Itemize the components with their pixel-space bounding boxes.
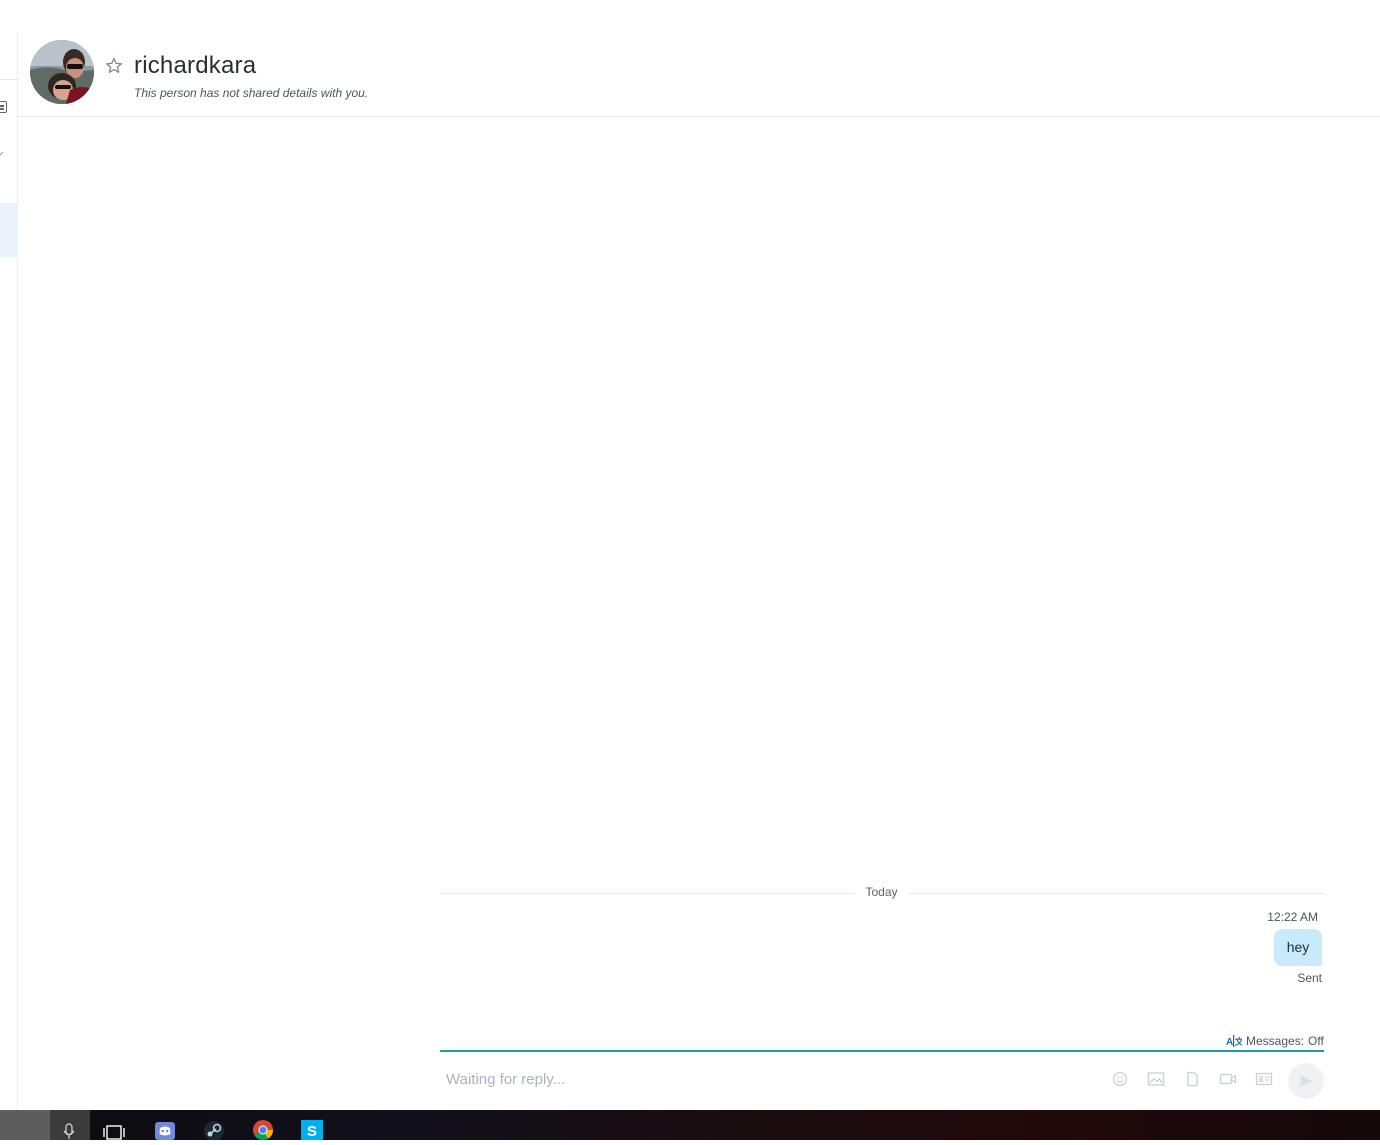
discord-icon	[155, 1122, 175, 1140]
svg-text:S: S	[307, 1123, 317, 1140]
microphone-button[interactable]	[50, 1110, 90, 1140]
chrome-app[interactable]	[243, 1110, 283, 1140]
composer-focus-line	[440, 1050, 1324, 1052]
emoji-icon[interactable]	[1111, 1071, 1129, 1087]
day-divider-line-left	[440, 893, 854, 894]
steam-icon	[204, 1121, 224, 1140]
skype-app[interactable]: S	[292, 1110, 332, 1140]
translator-label: Messages:	[1246, 1034, 1305, 1048]
task-view-icon	[103, 1125, 125, 1140]
rail-divider	[0, 79, 18, 80]
image-icon[interactable]	[1147, 1071, 1165, 1087]
search-box[interactable]	[0, 1110, 50, 1140]
avatar[interactable]	[30, 40, 94, 104]
skype-window: richardkara This person has not shared d…	[0, 0, 1380, 1110]
message-status: Sent	[1297, 971, 1322, 985]
message-bubble[interactable]: hey	[1274, 929, 1322, 966]
message-timestamp: 12:22 AM	[1267, 910, 1318, 924]
contact-subtitle: This person has not shared details with …	[134, 86, 369, 100]
translator-toggle[interactable]: A 文 Messages: Off	[1226, 1033, 1324, 1049]
microphone-icon	[63, 1123, 75, 1139]
svg-text:文: 文	[1234, 1036, 1242, 1047]
windows-taskbar: S	[0, 1110, 1380, 1140]
steam-app[interactable]	[194, 1110, 234, 1140]
svg-text:A: A	[1226, 1037, 1233, 1048]
chrome-icon	[253, 1120, 273, 1140]
day-divider-label: Today	[865, 885, 898, 899]
favorite-star-icon[interactable]	[104, 56, 124, 76]
file-icon[interactable]	[1183, 1071, 1201, 1087]
selected-conversation-indicator[interactable]	[0, 203, 18, 257]
send-icon	[1299, 1075, 1313, 1087]
task-view-button[interactable]	[94, 1110, 134, 1140]
translate-icon: A 文	[1226, 1035, 1242, 1048]
translator-value[interactable]: Off	[1308, 1034, 1324, 1048]
send-button[interactable]	[1288, 1063, 1324, 1099]
contact-name[interactable]: richardkara	[134, 52, 256, 80]
contact-card-icon[interactable]	[1255, 1071, 1273, 1087]
left-rail	[0, 32, 18, 1110]
contacts-icon[interactable]	[0, 101, 7, 113]
skype-icon: S	[301, 1120, 323, 1140]
message-input[interactable]	[446, 1068, 1046, 1090]
video-message-icon[interactable]	[1219, 1071, 1237, 1087]
chevron-icon[interactable]	[0, 149, 4, 157]
conversation-header: richardkara This person has not shared d…	[18, 32, 1380, 117]
discord-app[interactable]	[145, 1110, 185, 1140]
day-divider-line-right	[909, 893, 1324, 894]
